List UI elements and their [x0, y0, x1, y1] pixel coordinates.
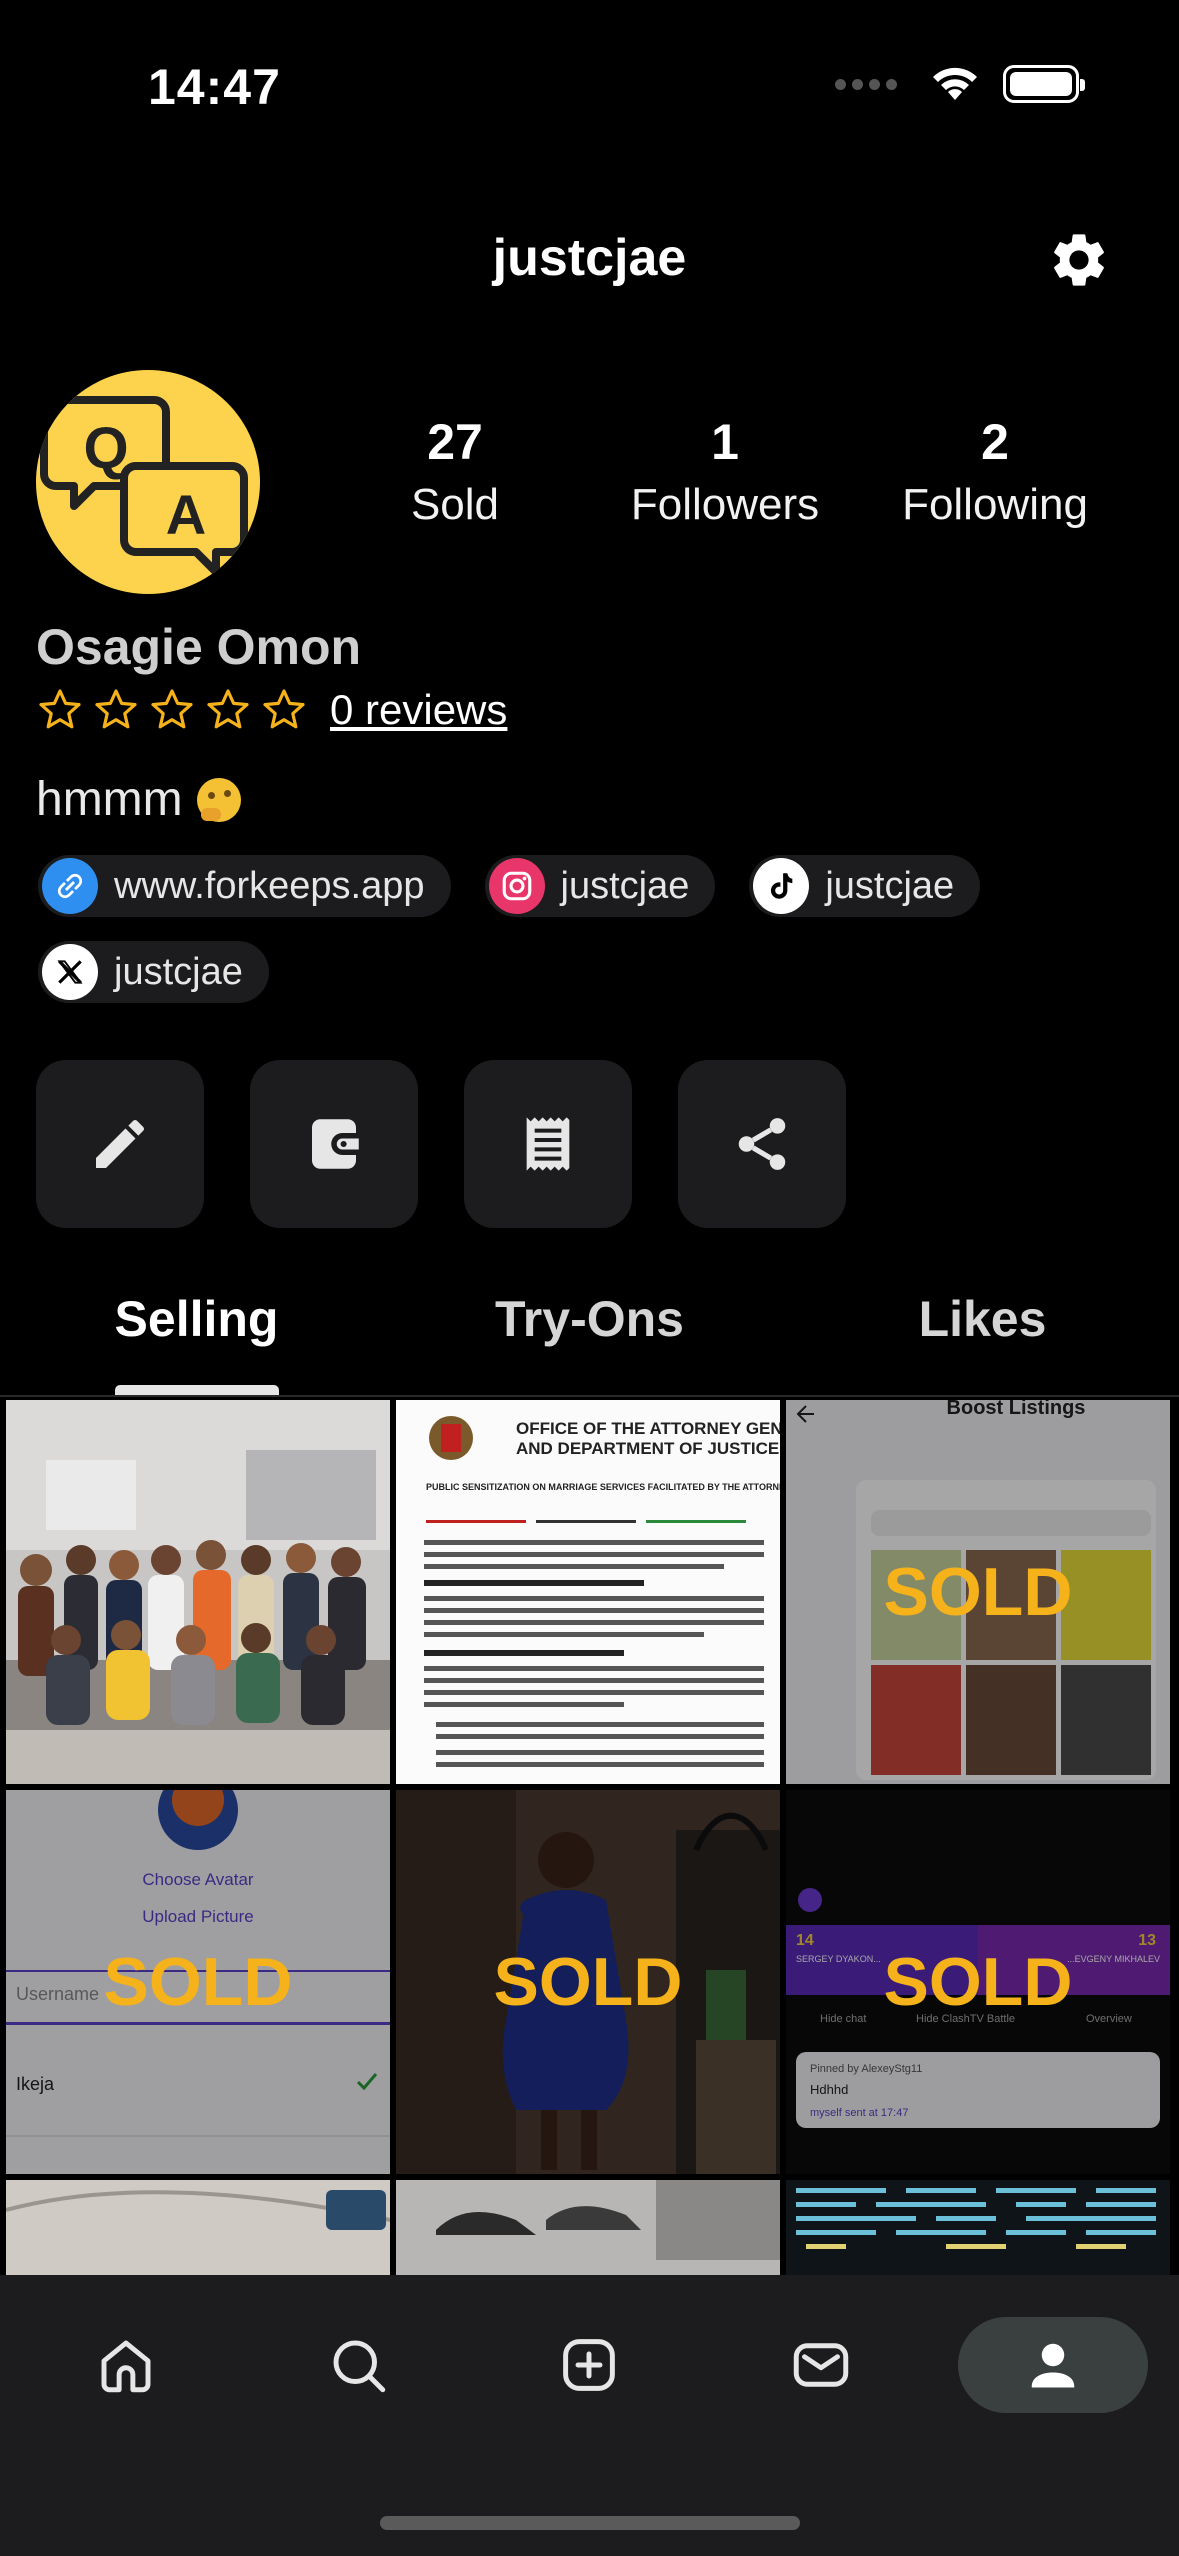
tab-likes[interactable]: Likes	[786, 1290, 1179, 1348]
stat-following[interactable]: 2 Following	[870, 415, 1120, 530]
settings-button[interactable]	[1047, 228, 1111, 292]
doc-header: OFFICE OF THE ATTORNEY GENERAL	[516, 1419, 780, 1438]
sold-badge: SOLD	[396, 1790, 780, 2174]
qa-chat-icon: Q A	[40, 396, 248, 576]
profile-stats: 27 Sold 1 Followers 2 Following	[330, 415, 1120, 530]
profile-name: Osagie Omon	[36, 619, 362, 675]
coat-of-arms-icon	[429, 1416, 473, 1460]
home-icon	[101, 2340, 151, 2393]
sold-badge: SOLD	[6, 1790, 390, 2174]
svg-text:A: A	[166, 483, 206, 546]
x-link-chip[interactable]: justcjae	[38, 941, 269, 1003]
tab-divider	[0, 1395, 1179, 1397]
chip-label: www.forkeeps.app	[114, 864, 425, 907]
chip-label: justcjae	[560, 864, 690, 907]
star-outline-icon	[151, 689, 193, 729]
listing-tile[interactable]	[396, 2180, 780, 2275]
doc-header: AND DEPARTMENT OF JUSTICE	[516, 1439, 779, 1458]
star-outline-icon	[263, 689, 305, 729]
x-icon	[42, 944, 98, 1000]
listing-tile[interactable]: SOLD	[396, 1790, 780, 2174]
tab-indicator	[115, 1385, 279, 1395]
gear-icon	[1054, 234, 1104, 286]
inbox-icon	[794, 2343, 849, 2387]
listing-image	[6, 1400, 390, 1784]
listing-tile[interactable]	[6, 2180, 390, 2275]
stat-label: Sold	[410, 480, 500, 529]
sold-badge: SOLD	[786, 1400, 1170, 1784]
listing-image	[396, 2180, 780, 2275]
star-outline-icon	[95, 689, 137, 729]
listing-image	[6, 2180, 390, 2275]
link-icon	[42, 858, 98, 914]
stat-value: 27	[427, 414, 483, 470]
wifi-icon	[933, 67, 977, 100]
listing-image	[786, 2180, 1170, 2275]
profile-icon	[1031, 2343, 1075, 2388]
tiktok-icon	[753, 858, 810, 914]
instagram-icon	[488, 858, 545, 914]
website-link-chip[interactable]: www.forkeeps.app	[38, 855, 451, 917]
tab-selling[interactable]: Selling	[0, 1290, 393, 1348]
avatar[interactable]: Q A	[36, 370, 260, 594]
tiktok-link-chip[interactable]: justcjae	[749, 855, 981, 917]
star-outline-icon	[207, 689, 249, 729]
nav-search[interactable]	[263, 2317, 453, 2413]
bio: hmmm	[36, 772, 241, 827]
doc-subtitle: PUBLIC SENSITIZATION ON MARRIAGE SERVICE…	[426, 1482, 780, 1492]
stat-sold[interactable]: 27 Sold	[330, 415, 580, 530]
thinking-face-icon	[196, 777, 241, 822]
status-bar: 14:47	[0, 0, 1179, 170]
nav-profile[interactable]	[958, 2317, 1149, 2413]
stat-value: 1	[711, 414, 739, 470]
stat-label: Following	[902, 480, 1088, 529]
nav-inbox[interactable]	[726, 2317, 916, 2413]
listing-image: OFFICE OF THE ATTORNEY GENERAL AND DEPAR…	[396, 1400, 780, 1784]
bottom-nav	[0, 2275, 1179, 2556]
tab-try-ons[interactable]: Try-Ons	[393, 1290, 786, 1348]
edit-profile-button[interactable]	[36, 1060, 204, 1228]
listing-tile[interactable]	[6, 1400, 390, 1784]
status-icons	[835, 64, 1085, 104]
stat-value: 2	[981, 414, 1009, 470]
instagram-link-chip[interactable]: justcjae	[484, 855, 716, 917]
chip-label: justcjae	[825, 864, 955, 907]
search-icon	[333, 2340, 385, 2393]
profile-tabs: Selling Try-Ons Likes	[0, 1290, 1179, 1348]
star-rating	[36, 686, 308, 734]
battery-icon	[1003, 65, 1085, 103]
home-indicator	[380, 2516, 800, 2530]
share-button[interactable]	[678, 1060, 846, 1228]
listing-tile[interactable]: 14 13 SERGEY DYAKON... ...EVGENY MIKHALE…	[786, 1790, 1170, 2174]
cellular-icon	[835, 78, 897, 90]
bio-text: hmmm	[36, 773, 183, 826]
listing-tile[interactable]: Boost Listings SOLD	[786, 1400, 1170, 1784]
stat-label: Followers	[630, 480, 820, 529]
add-listing-icon	[563, 2339, 616, 2391]
nav-home[interactable]	[31, 2317, 221, 2413]
wallet-icon	[312, 1119, 359, 1169]
star-outline-icon	[39, 689, 81, 729]
listing-tile[interactable]: Choose Avatar Upload Picture Username Ik…	[6, 1790, 390, 2174]
receipt-icon	[526, 1117, 570, 1171]
listings-grid: OFFICE OF THE ATTORNEY GENERAL AND DEPAR…	[6, 1400, 1174, 2275]
listing-tile[interactable]	[786, 2180, 1170, 2275]
stat-followers[interactable]: 1 Followers	[600, 415, 850, 530]
page-title: justcjae	[492, 229, 687, 287]
share-icon	[738, 1118, 786, 1170]
orders-button[interactable]	[464, 1060, 632, 1228]
nav-add-listing[interactable]	[494, 2317, 684, 2413]
profile-actions	[36, 1060, 846, 1228]
pencil-icon	[96, 1119, 145, 1168]
wallet-button[interactable]	[250, 1060, 418, 1228]
rating: 0 reviews	[36, 686, 507, 734]
sold-badge: SOLD	[786, 1790, 1170, 2174]
status-time: 14:47	[148, 59, 281, 115]
social-links: www.forkeeps.app justcjae justcjae justc…	[38, 855, 1138, 1003]
listing-tile[interactable]: OFFICE OF THE ATTORNEY GENERAL AND DEPAR…	[396, 1400, 780, 1784]
chip-label: justcjae	[114, 950, 243, 993]
reviews-link[interactable]: 0 reviews	[330, 686, 507, 734]
